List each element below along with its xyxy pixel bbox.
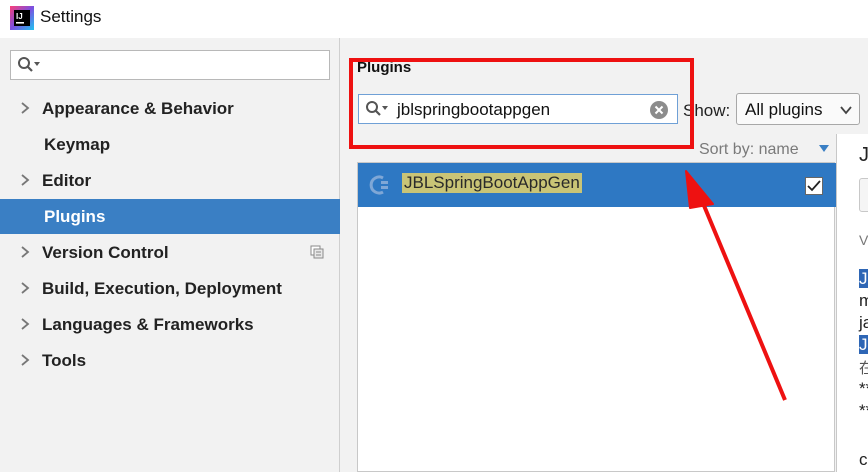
sidebar-item-appearance-behavior[interactable]: Appearance & Behavior xyxy=(0,92,340,126)
show-filter-value: All plugins xyxy=(745,100,823,119)
plugin-name: JBLSpringBootAppGen xyxy=(402,173,582,193)
sidebar-item-label: Tools xyxy=(42,351,87,370)
sort-dropdown-icon[interactable] xyxy=(819,145,829,153)
chevron-right-icon[interactable] xyxy=(18,317,32,331)
plugin-description-line: ** xyxy=(859,401,868,420)
title-bar: IJ Settings xyxy=(0,0,868,38)
sidebar-item-editor[interactable]: Editor xyxy=(0,164,340,198)
chevron-right-icon[interactable] xyxy=(18,281,32,295)
chevron-down-icon[interactable] xyxy=(839,104,853,116)
sidebar-item-label: Plugins xyxy=(44,207,106,226)
sidebar-item-version-control[interactable]: Version Control xyxy=(0,236,340,270)
sidebar-item-label: Appearance & Behavior xyxy=(42,99,234,118)
search-icon[interactable] xyxy=(17,56,45,74)
search-icon[interactable] xyxy=(365,100,393,118)
plugin-description-line: 在 xyxy=(859,357,868,378)
plugin-detail-version: V xyxy=(859,232,868,248)
plugin-description-line: m xyxy=(859,291,868,311)
chevron-right-icon[interactable] xyxy=(18,245,32,259)
chevron-right-icon[interactable] xyxy=(18,173,32,187)
sidebar-item-label: Languages & Frameworks xyxy=(42,315,254,334)
plugin-detail-title: J xyxy=(859,144,868,166)
sidebar-item-keymap[interactable]: Keymap xyxy=(0,128,340,162)
chevron-right-icon[interactable] xyxy=(18,101,32,115)
sidebar-item-languages-frameworks[interactable]: Languages & Frameworks xyxy=(0,308,340,342)
clear-search-icon[interactable] xyxy=(649,100,669,120)
plugin-description-line: J xyxy=(859,269,868,288)
plugin-action-button[interactable] xyxy=(859,178,868,212)
svg-text:IJ: IJ xyxy=(16,12,23,21)
sidebar-item-label: Build, Execution, Deployment xyxy=(42,279,282,298)
show-filter-label: Show: xyxy=(683,101,731,120)
plugin-enabled-checkbox[interactable] xyxy=(805,177,823,195)
checkmark-icon xyxy=(807,180,821,192)
plugin-list: JBLSpringBootAppGen xyxy=(357,162,836,472)
plugin-detail-panel: J V J m ja J 在 ** ** c xyxy=(836,134,868,472)
window-title: Settings xyxy=(40,7,102,26)
sidebar-item-plugins[interactable]: Plugins xyxy=(0,199,340,234)
sort-by-label[interactable]: Sort by: name xyxy=(699,141,799,159)
page-title: Plugins xyxy=(357,59,412,76)
plugins-panel: Plugins jblspringbootappgen Show: All pl… xyxy=(340,38,868,472)
settings-sidebar: Appearance & Behavior Keymap Editor Plug… xyxy=(0,38,340,472)
intellij-app-icon: IJ xyxy=(10,6,34,30)
plugin-search-input[interactable]: jblspringbootappgen xyxy=(358,94,678,124)
sidebar-search-input[interactable] xyxy=(10,50,330,80)
sidebar-item-label: Version Control xyxy=(42,243,169,262)
plugin-description-line: ** xyxy=(859,379,868,398)
sidebar-item-tools[interactable]: Tools xyxy=(0,344,340,378)
show-filter-dropdown[interactable]: All plugins xyxy=(736,93,860,125)
sidebar-item-label: Editor xyxy=(42,171,92,190)
plugin-search-value: jblspringbootappgen xyxy=(397,100,551,119)
project-settings-icon xyxy=(310,245,324,259)
plugin-description-line: J xyxy=(859,335,868,354)
chevron-right-icon[interactable] xyxy=(18,353,32,367)
plugin-plug-icon xyxy=(369,175,388,195)
sidebar-item-label: Keymap xyxy=(44,135,111,154)
sidebar-item-build-execution-deployment[interactable]: Build, Execution, Deployment xyxy=(0,272,340,306)
plugin-description-line: ja xyxy=(859,313,868,332)
plugin-description-line: c xyxy=(859,450,868,469)
plugin-row-selected[interactable]: JBLSpringBootAppGen xyxy=(358,163,836,207)
